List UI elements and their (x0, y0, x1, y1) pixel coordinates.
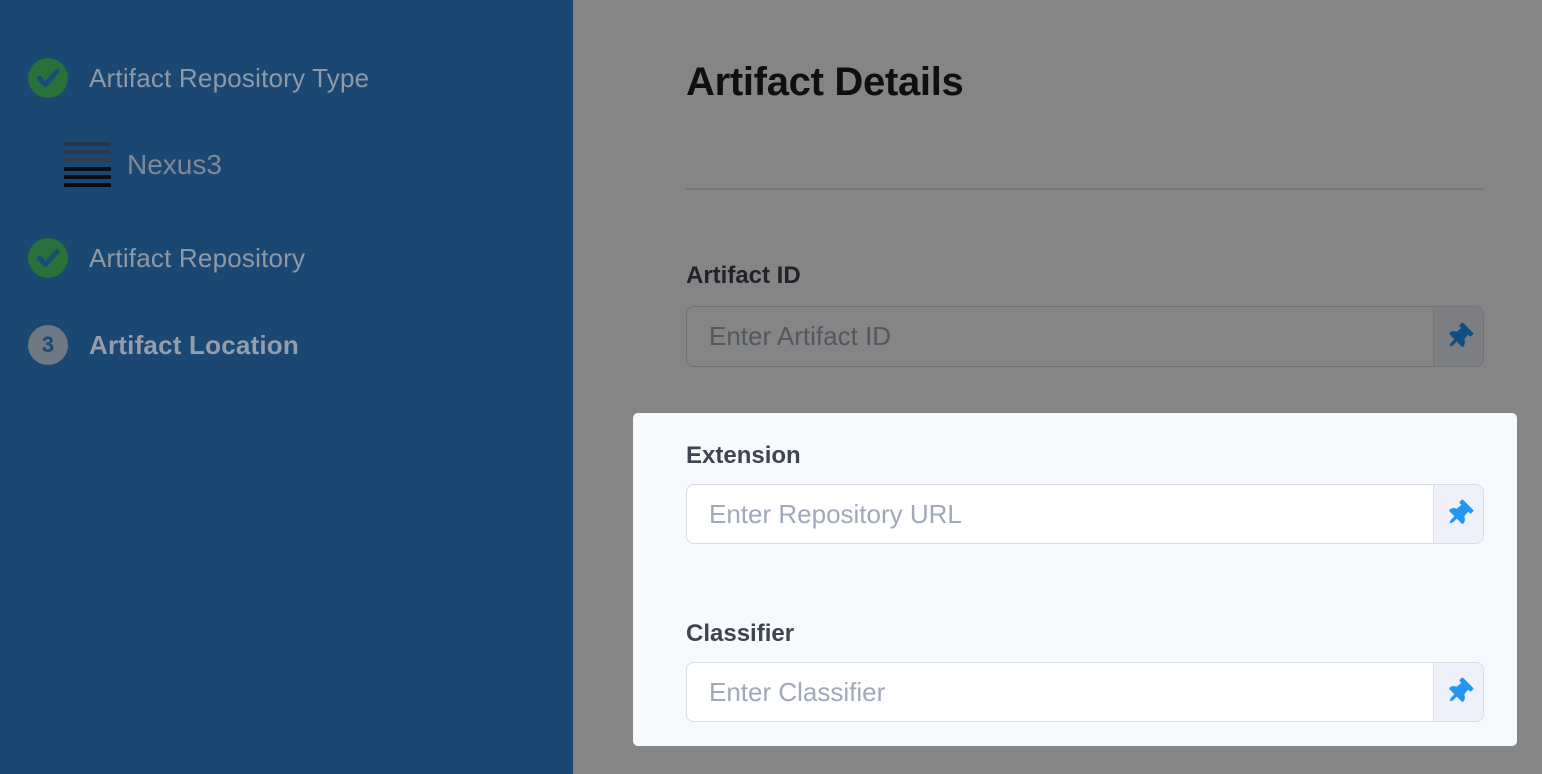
step-complete-check-icon (28, 58, 68, 98)
extension-label: Extension (686, 442, 801, 470)
step-number: 3 (42, 334, 54, 356)
selected-type-label: Nexus3 (127, 149, 222, 181)
sidebar-step-artifact-repository-type[interactable]: Artifact Repository Type (28, 58, 369, 98)
step-number-badge: 3 (28, 325, 68, 365)
artifact-id-pin-button[interactable] (1433, 307, 1483, 366)
wizard-sidebar: Artifact Repository Type Nexus3 Artifact… (0, 0, 573, 774)
step-label-artifact-repository-type: Artifact Repository Type (89, 63, 369, 94)
section-divider (686, 188, 1484, 190)
main-panel: Artifact Details Artifact ID Extension (573, 0, 1542, 774)
artifact-id-input[interactable] (687, 307, 1433, 366)
sidebar-selected-type-nexus3[interactable]: Nexus3 (64, 142, 222, 187)
sidebar-step-artifact-location[interactable]: 3 Artifact Location (28, 325, 299, 365)
step-label-artifact-location: Artifact Location (89, 330, 299, 361)
nexus3-icon (64, 142, 111, 187)
spotlight-highlight-panel: Extension Classifier (633, 413, 1517, 746)
sidebar-step-artifact-repository[interactable]: Artifact Repository (28, 238, 305, 278)
step-complete-check-icon (28, 238, 68, 278)
classifier-pin-button[interactable] (1433, 663, 1483, 721)
step-label-artifact-repository: Artifact Repository (89, 243, 305, 274)
artifact-id-label: Artifact ID (686, 262, 801, 290)
wizard-screen: Artifact Repository Type Nexus3 Artifact… (0, 0, 1542, 774)
pin-icon (1442, 320, 1475, 353)
artifact-id-input-group (686, 306, 1484, 367)
extension-input[interactable] (687, 485, 1433, 543)
pin-icon (1442, 676, 1475, 709)
extension-pin-button[interactable] (1433, 485, 1483, 543)
classifier-input-group (686, 662, 1484, 722)
page-title: Artifact Details (686, 60, 964, 105)
classifier-label: Classifier (686, 620, 794, 648)
pin-icon (1442, 498, 1475, 531)
classifier-input[interactable] (687, 663, 1433, 721)
extension-input-group (686, 484, 1484, 544)
